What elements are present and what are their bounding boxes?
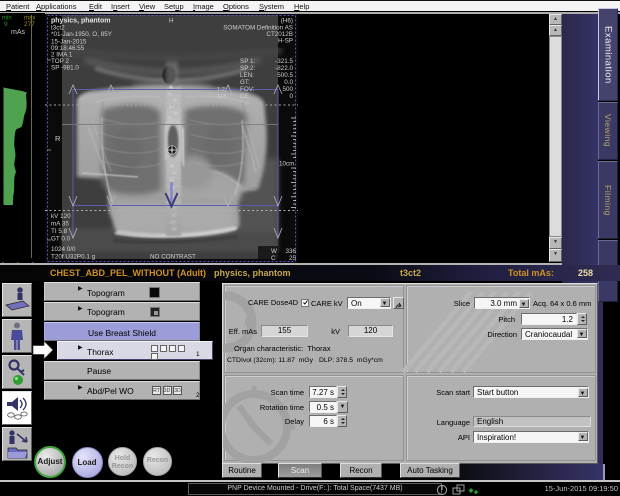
svg-text:0: 0 [289, 93, 293, 100]
svg-text:GT:: GT: [240, 79, 250, 86]
svg-text:25: 25 [289, 255, 297, 262]
svg-text:SP 2:: SP 2: [240, 65, 256, 72]
svg-text:mA 35: mA 35 [51, 221, 69, 228]
svg-text:9: 9 [4, 21, 8, 28]
svg-text:500.5: 500.5 [277, 72, 293, 79]
svg-text:500: 500 [282, 86, 293, 93]
svg-text:R: R [55, 134, 61, 143]
svg-text:1024 0/0: 1024 0/0 [51, 246, 76, 253]
svg-text:T20f U32P0.1 g: T20f U32P0.1 g [51, 254, 96, 261]
svg-text:H: H [169, 18, 174, 25]
svg-text:C: C [271, 255, 276, 262]
svg-text:10cm: 10cm [279, 161, 294, 168]
svg-text:GT 0.0: GT 0.0 [51, 236, 71, 243]
svg-text:336: 336 [285, 248, 296, 255]
svg-text:W: W [271, 248, 277, 255]
svg-text:H-SP: H-SP [278, 38, 293, 45]
svg-text:LEN:: LEN: [240, 72, 254, 79]
svg-text:TI 5.8: TI 5.8 [51, 228, 68, 235]
svg-text:(H6): (H6) [281, 18, 293, 25]
svg-text:SP 1:: SP 1: [240, 58, 256, 65]
svg-text:kV 120: kV 120 [51, 213, 71, 220]
svg-text:-321.5: -321.5 [275, 58, 293, 65]
svg-text:mAs: mAs [11, 29, 26, 36]
svg-text:0.0: 0.0 [284, 79, 293, 86]
svg-text:SP -981.0: SP -981.0 [51, 65, 79, 72]
svg-text:277: 277 [24, 21, 35, 28]
svg-text:NO CONTRAST: NO CONTRAST [150, 254, 196, 261]
svg-text:FOV:: FOV: [240, 86, 255, 93]
svg-text:physics, phantom: physics, phantom [51, 18, 111, 25]
svg-text:1+3: 1+3 [217, 94, 226, 100]
svg-text:*01-Jan-1950, O, 85Y: *01-Jan-1950, O, 85Y [51, 31, 113, 38]
svg-text:-822.0: -822.0 [275, 65, 293, 72]
svg-text:1-2: 1-2 [217, 87, 225, 93]
svg-text:CE:: CE: [240, 93, 251, 100]
